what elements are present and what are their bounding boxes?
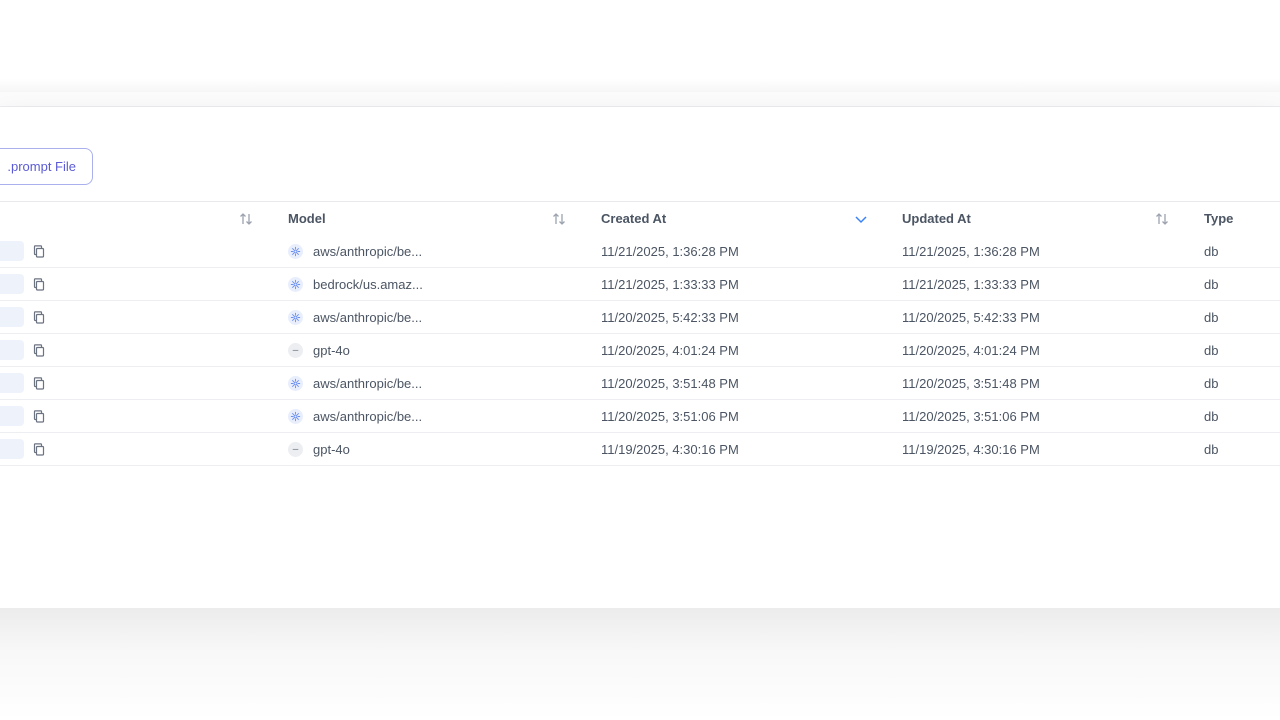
table-row[interactable]: aws/anthropic/be... 11/20/2025, 3:51:48 P… (0, 367, 1280, 400)
type-cell: db (1204, 244, 1219, 259)
model-name: aws/anthropic/be... (313, 376, 423, 391)
sort-arrows-icon[interactable] (238, 211, 254, 227)
aws-bedrock-icon (288, 277, 303, 292)
dash-icon: – (288, 442, 303, 457)
column-header-type[interactable]: Type (1204, 202, 1233, 235)
column-header-updated-at[interactable]: Updated At (902, 202, 971, 235)
top-header (0, 0, 1280, 92)
table-row[interactable]: bedrock/us.amaz... 11/21/2025, 1:33:33 PM… (0, 268, 1280, 301)
table-row[interactable]: aws/anthropic/be... 11/20/2025, 3:51:06 P… (0, 400, 1280, 433)
dash-icon: – (288, 343, 303, 358)
copy-icon[interactable] (33, 344, 45, 357)
model-name: aws/anthropic/be... (313, 244, 423, 259)
model-cell: aws/anthropic/be... (288, 235, 422, 268)
table-row[interactable]: – gpt-4o 11/19/2025, 4:30:16 PM 11/19/2025,… (0, 433, 1280, 466)
copy-icon[interactable] (33, 377, 45, 390)
created-at-cell: 11/20/2025, 3:51:06 PM (601, 409, 739, 424)
table-header: Model Created At Updated At Type (0, 202, 1280, 235)
model-name: gpt-4o (313, 442, 350, 457)
aws-bedrock-icon (288, 409, 303, 424)
page-background (0, 608, 1280, 720)
model-name: bedrock/us.amaz... (313, 277, 423, 292)
created-at-cell: 11/21/2025, 1:36:28 PM (601, 244, 739, 259)
updated-at-cell: 11/20/2025, 4:01:24 PM (902, 343, 1040, 358)
type-cell: db (1204, 343, 1219, 358)
aws-bedrock-icon (288, 244, 303, 259)
sort-descending-icon[interactable] (853, 211, 869, 227)
updated-at-cell: 11/19/2025, 4:30:16 PM (902, 442, 1040, 457)
table-row[interactable]: aws/anthropic/be... 11/20/2025, 5:42:33 P… (0, 301, 1280, 334)
copy-icon[interactable] (33, 311, 45, 324)
created-at-cell: 11/20/2025, 4:01:24 PM (601, 343, 739, 358)
copy-icon[interactable] (33, 410, 45, 423)
model-name: aws/anthropic/be... (313, 310, 423, 325)
type-cell: db (1204, 409, 1219, 424)
copy-icon[interactable] (33, 245, 45, 258)
copy-icon[interactable] (33, 278, 45, 291)
sort-arrows-icon[interactable] (1154, 211, 1170, 227)
type-cell: db (1204, 442, 1219, 457)
updated-at-cell: 11/20/2025, 5:42:33 PM (902, 310, 1040, 325)
header-divider (0, 92, 1280, 107)
row-name-cell[interactable] (0, 241, 24, 261)
model-cell: – gpt-4o (288, 433, 350, 466)
updated-at-cell: 11/20/2025, 3:51:06 PM (902, 409, 1040, 424)
column-header-model[interactable]: Model (288, 202, 326, 235)
row-name-cell[interactable] (0, 373, 24, 393)
row-name-cell[interactable] (0, 307, 24, 327)
type-cell: db (1204, 277, 1219, 292)
model-cell: aws/anthropic/be... (288, 301, 422, 334)
table-row[interactable]: – gpt-4o 11/20/2025, 4:01:24 PM 11/20/2025,… (0, 334, 1280, 367)
created-at-cell: 11/20/2025, 3:51:48 PM (601, 376, 739, 391)
table-row[interactable]: aws/anthropic/be... 11/21/2025, 1:36:28 P… (0, 235, 1280, 268)
row-name-cell[interactable] (0, 340, 24, 360)
type-cell: db (1204, 310, 1219, 325)
prompts-panel: .prompt File Model Created At Updated At… (0, 107, 1280, 608)
row-name-cell[interactable] (0, 274, 24, 294)
updated-at-cell: 11/20/2025, 3:51:48 PM (902, 376, 1040, 391)
created-at-cell: 11/21/2025, 1:33:33 PM (601, 277, 739, 292)
model-cell: aws/anthropic/be... (288, 400, 422, 433)
type-cell: db (1204, 376, 1219, 391)
sort-arrows-icon[interactable] (551, 211, 567, 227)
prompt-file-button[interactable]: .prompt File (0, 148, 93, 185)
updated-at-cell: 11/21/2025, 1:33:33 PM (902, 277, 1040, 292)
row-name-cell[interactable] (0, 439, 24, 459)
aws-bedrock-icon (288, 376, 303, 391)
copy-icon[interactable] (33, 443, 45, 456)
column-header-created-at[interactable]: Created At (601, 202, 666, 235)
model-name: gpt-4o (313, 343, 350, 358)
model-cell: aws/anthropic/be... (288, 367, 422, 400)
created-at-cell: 11/20/2025, 5:42:33 PM (601, 310, 739, 325)
model-cell: bedrock/us.amaz... (288, 268, 423, 301)
created-at-cell: 11/19/2025, 4:30:16 PM (601, 442, 739, 457)
row-name-cell[interactable] (0, 406, 24, 426)
updated-at-cell: 11/21/2025, 1:36:28 PM (902, 244, 1040, 259)
model-name: aws/anthropic/be... (313, 409, 423, 424)
aws-bedrock-icon (288, 310, 303, 325)
model-cell: – gpt-4o (288, 334, 350, 367)
